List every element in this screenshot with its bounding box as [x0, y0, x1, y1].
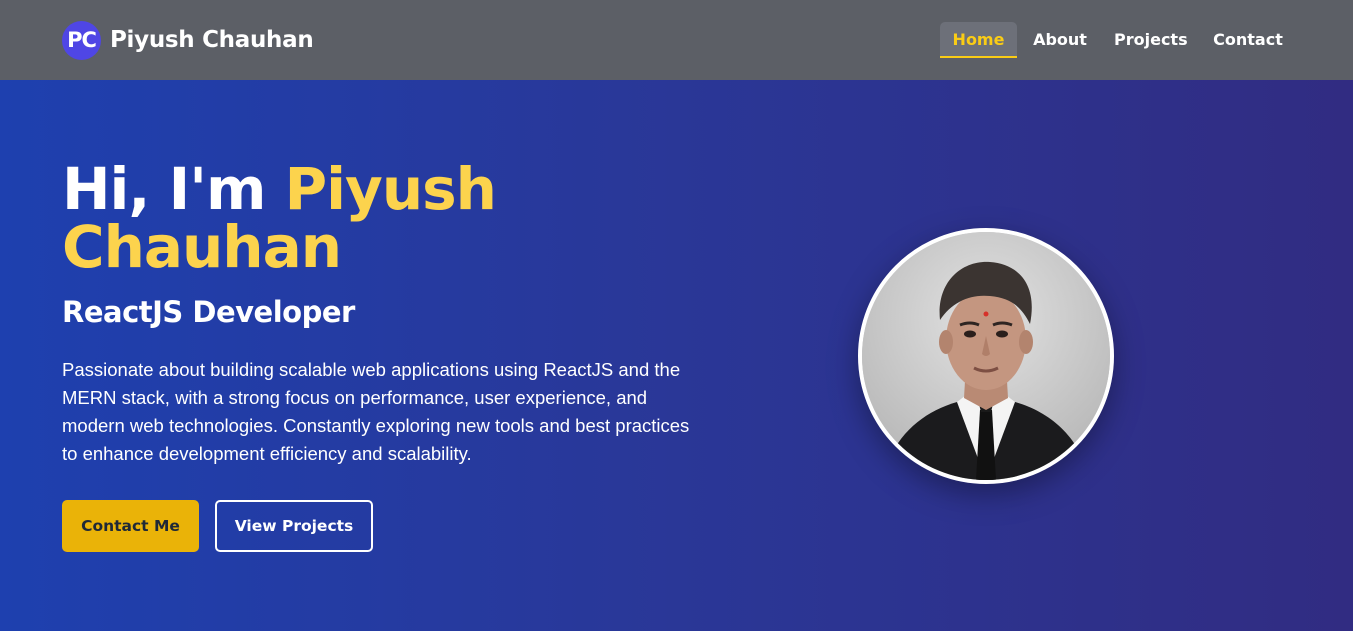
hero-description: Passionate about building scalable web a…: [62, 359, 690, 464]
contact-me-button[interactable]: Contact Me: [62, 500, 199, 552]
hero-title: Hi, I'm Piyush Chauhan: [62, 160, 622, 276]
navbar: PC Piyush Chauhan Home About Projects Co…: [0, 0, 1353, 80]
profile-photo: [862, 232, 1110, 480]
hero-role: ReactJS Developer: [62, 295, 355, 329]
nav-projects[interactable]: Projects: [1114, 22, 1188, 58]
brand[interactable]: PC Piyush Chauhan: [62, 20, 314, 60]
brand-name: Piyush Chauhan: [110, 27, 314, 53]
nav-home[interactable]: Home: [940, 22, 1017, 58]
hero-section: Hi, I'm Piyush Chauhan ReactJS Developer…: [0, 80, 1353, 631]
profile-avatar: [858, 228, 1114, 484]
logo-badge: PC: [62, 20, 101, 60]
nav-about[interactable]: About: [1032, 22, 1088, 58]
nav-contact[interactable]: Contact: [1212, 22, 1284, 58]
view-projects-button[interactable]: View Projects: [215, 500, 373, 552]
